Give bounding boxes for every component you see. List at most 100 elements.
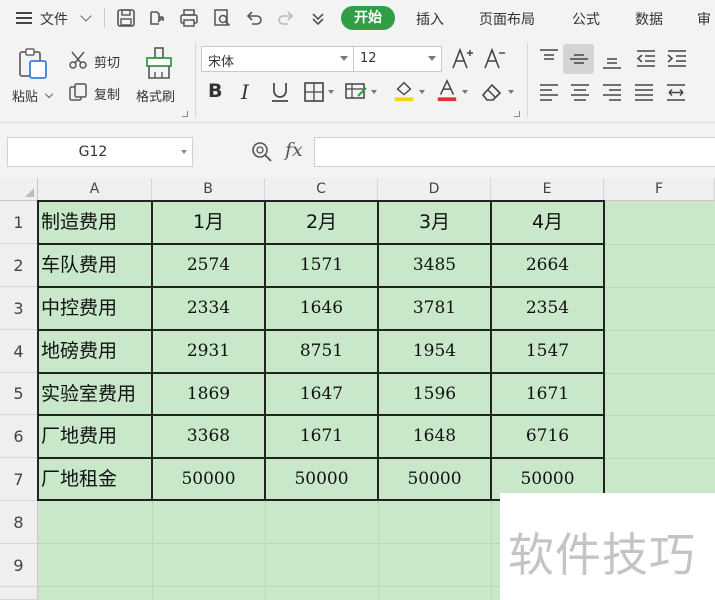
cell-a4[interactable]: 地磅费用 <box>38 330 152 373</box>
hamburger-menu-icon[interactable] <box>16 10 34 26</box>
row-header-1[interactable]: 1 <box>0 201 38 244</box>
cell-a7[interactable]: 厂地租金 <box>38 458 152 501</box>
row-header-3[interactable]: 3 <box>0 287 38 330</box>
file-menu[interactable]: 文件 <box>40 9 68 29</box>
dialog-launcher-icon[interactable] <box>182 111 188 117</box>
italic-icon[interactable]: I <box>241 80 249 104</box>
cell-a6[interactable]: 厂地费用 <box>38 415 152 458</box>
align-bottom-icon[interactable] <box>600 47 624 71</box>
tab-home[interactable]: 开始 <box>341 6 395 30</box>
cell-d4[interactable]: 1954 <box>378 330 491 373</box>
function-icon[interactable]: fx <box>285 139 303 161</box>
column-header-f[interactable]: F <box>604 178 715 201</box>
cell-e4[interactable]: 1547 <box>491 330 604 373</box>
scissors-icon[interactable] <box>68 50 88 70</box>
cell-d2[interactable]: 3485 <box>378 244 491 287</box>
row-header-8[interactable]: 8 <box>0 501 38 544</box>
caret-down-icon[interactable] <box>419 90 425 94</box>
row-header-10[interactable] <box>0 587 38 600</box>
align-top-icon[interactable] <box>537 47 561 71</box>
caret-down-icon[interactable] <box>371 90 377 94</box>
cell-a3[interactable]: 中控费用 <box>38 287 152 330</box>
cell-b7[interactable]: 50000 <box>152 458 265 501</box>
undo-icon[interactable] <box>244 8 264 28</box>
cell-c7[interactable]: 50000 <box>265 458 378 501</box>
cell-e2[interactable]: 2664 <box>491 244 604 287</box>
cell-c3[interactable]: 1646 <box>265 287 378 330</box>
print-preview-icon[interactable] <box>212 8 232 28</box>
cell-b5[interactable]: 1869 <box>152 373 265 415</box>
cell-d7[interactable]: 50000 <box>378 458 491 501</box>
align-left-icon[interactable] <box>537 81 561 105</box>
row-header-5[interactable]: 5 <box>0 373 38 415</box>
export-icon[interactable] <box>148 8 168 28</box>
tab-data[interactable]: 数据 <box>635 9 663 29</box>
cell-e1[interactable]: 4月 <box>491 201 604 244</box>
save-icon[interactable] <box>116 8 136 28</box>
cell-e5[interactable]: 1671 <box>491 373 604 415</box>
cell-d3[interactable]: 3781 <box>378 287 491 330</box>
cell-c2[interactable]: 1571 <box>265 244 378 287</box>
cell-d1[interactable]: 3月 <box>378 201 491 244</box>
cell-c6[interactable]: 1671 <box>265 415 378 458</box>
column-header-c[interactable]: C <box>265 178 378 201</box>
align-middle-button[interactable] <box>563 44 594 74</box>
borders-icon[interactable] <box>302 80 326 104</box>
cut-button[interactable]: 剪切 <box>94 52 120 71</box>
font-size-select[interactable]: 12 <box>353 46 442 72</box>
decrease-font-size-icon[interactable] <box>482 47 506 71</box>
align-right-icon[interactable] <box>600 81 624 105</box>
cell-d5[interactable]: 1596 <box>378 373 491 415</box>
align-center-icon[interactable] <box>568 81 592 105</box>
format-painter-icon[interactable] <box>142 46 176 82</box>
cell-a5[interactable]: 实验室费用 <box>38 373 152 415</box>
name-box[interactable]: G12 <box>7 137 193 167</box>
redo-icon[interactable] <box>276 8 296 28</box>
dialog-launcher-icon[interactable] <box>514 111 520 117</box>
row-header-7[interactable]: 7 <box>0 458 38 501</box>
cell-c1[interactable]: 2月 <box>265 201 378 244</box>
font-name-select[interactable]: 宋体 <box>201 46 354 72</box>
zoom-search-icon[interactable] <box>250 140 274 164</box>
select-all-corner[interactable] <box>0 178 38 201</box>
row-header-2[interactable]: 2 <box>0 244 38 287</box>
caret-down-icon[interactable] <box>462 90 468 94</box>
customize-toolbar-icon[interactable] <box>308 8 328 28</box>
tab-insert[interactable]: 插入 <box>416 9 444 29</box>
format-painter-button[interactable]: 格式刷 <box>136 86 175 105</box>
paste-icon[interactable] <box>16 47 48 81</box>
cell-b1[interactable]: 1月 <box>152 201 265 244</box>
cell-c4[interactable]: 8751 <box>265 330 378 373</box>
copy-button[interactable]: 复制 <box>94 84 120 103</box>
paste-button[interactable]: 粘贴 <box>12 86 38 105</box>
paste-dropdown-icon[interactable] <box>44 89 54 99</box>
cell-b6[interactable]: 3368 <box>152 415 265 458</box>
cell-b4[interactable]: 2931 <box>152 330 265 373</box>
fill-color-icon[interactable] <box>392 78 416 102</box>
print-icon[interactable] <box>179 8 199 28</box>
column-header-b[interactable]: B <box>152 178 265 201</box>
decrease-indent-icon[interactable] <box>634 47 658 71</box>
font-color-icon[interactable] <box>435 78 459 102</box>
column-header-d[interactable]: D <box>378 178 491 201</box>
caret-down-icon[interactable] <box>508 90 514 94</box>
eraser-icon[interactable] <box>480 80 504 104</box>
increase-font-size-icon[interactable] <box>450 47 474 71</box>
increase-indent-icon[interactable] <box>665 47 689 71</box>
cell-a1[interactable]: 制造费用 <box>38 201 152 244</box>
tab-formulas[interactable]: 公式 <box>572 9 600 29</box>
cell-b2[interactable]: 2574 <box>152 244 265 287</box>
column-header-a[interactable]: A <box>38 178 152 201</box>
cell-e3[interactable]: 2354 <box>491 287 604 330</box>
column-header-e[interactable]: E <box>491 178 604 201</box>
cell-d6[interactable]: 1648 <box>378 415 491 458</box>
cell-e6[interactable]: 6716 <box>491 415 604 458</box>
caret-down-icon[interactable] <box>328 90 334 94</box>
row-header-4[interactable]: 4 <box>0 330 38 373</box>
cell-b3[interactable]: 2334 <box>152 287 265 330</box>
tab-page-layout[interactable]: 页面布局 <box>479 9 535 29</box>
underline-icon[interactable] <box>268 80 292 104</box>
justify-icon[interactable] <box>632 81 656 105</box>
bold-icon[interactable]: B <box>208 80 222 102</box>
tab-review[interactable]: 审 <box>697 9 711 29</box>
